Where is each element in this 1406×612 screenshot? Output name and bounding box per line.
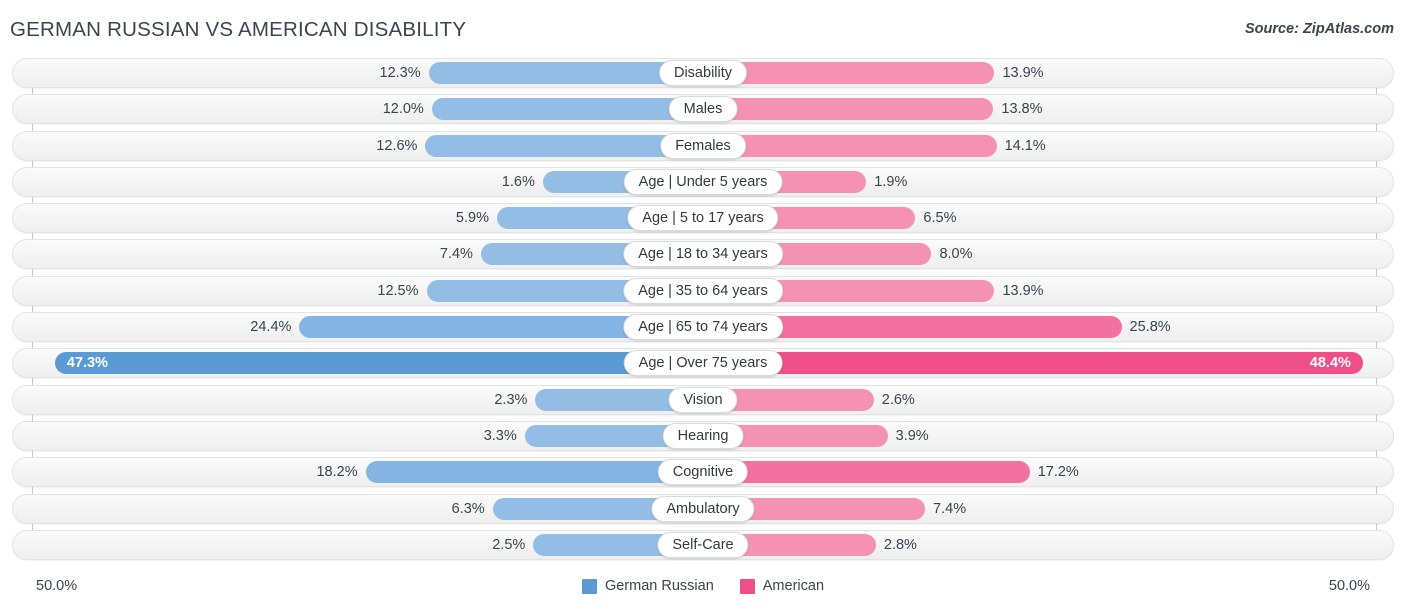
chart-page: GERMAN RUSSIAN VS AMERICAN DISABILITY So…	[0, 0, 1406, 612]
category-label-pill: Age | Under 5 years	[623, 168, 783, 195]
bar-row: 12.5% 13.9% Age | 35 to 64 years	[0, 275, 1406, 306]
value-label-american: 17.2%	[1037, 464, 1079, 481]
value-label-german-russian: 12.0%	[382, 101, 424, 118]
value-label-german-russian: 1.6%	[501, 173, 535, 190]
legend-label: German Russian	[604, 578, 714, 594]
bar-row: 2.5% 2.8% Self-Care	[0, 529, 1406, 560]
chart-legend: German Russian American	[0, 578, 1406, 594]
value-label-german-russian: 6.3%	[451, 500, 485, 517]
category-label-pill: Vision	[668, 386, 738, 413]
legend-swatch-icon	[739, 578, 755, 594]
bar-german-russian	[431, 98, 703, 121]
value-label-german-russian: 2.5%	[492, 536, 526, 553]
bar-rows-container: 12.3% 13.9% Disability 12.0% 13.8% Males 12.6%…	[0, 58, 1406, 566]
value-label-american: 8.0%	[939, 246, 973, 263]
bar-american	[703, 352, 1363, 375]
category-label-pill: Age | 65 to 74 years	[623, 314, 783, 341]
category-label-pill: Age | Over 75 years	[623, 350, 783, 377]
value-label-american: 13.9%	[1002, 65, 1044, 81]
chart-header: GERMAN RUSSIAN VS AMERICAN DISABILITY So…	[0, 0, 1406, 58]
bar-german-russian	[54, 352, 703, 375]
legend-swatch-icon	[581, 578, 597, 594]
bar-row: 2.3% 2.6% Vision	[0, 384, 1406, 415]
value-label-german-russian: 24.4%	[250, 319, 292, 336]
bar-american	[703, 461, 1030, 484]
bar-row: 18.2% 17.2% Cognitive	[0, 457, 1406, 488]
bar-row: 3.3% 3.9% Hearing	[0, 420, 1406, 451]
legend-item[interactable]: American	[739, 578, 825, 594]
bar-row: 12.6% 14.1% Females	[0, 130, 1406, 161]
value-label-german-russian: 2.3%	[494, 391, 528, 408]
chart-plot-area: 12.3% 13.9% Disability 12.0% 13.8% Males 12.6%…	[0, 58, 1406, 568]
category-label-pill: Self-Care	[657, 531, 749, 558]
value-label-american: 25.8%	[1129, 319, 1171, 336]
category-label-pill: Females	[660, 132, 746, 159]
category-label-pill: Age | 35 to 64 years	[623, 277, 783, 304]
legend-label: American	[762, 578, 825, 594]
value-label-american: 1.9%	[874, 173, 908, 190]
value-label-german-russian: 12.3%	[379, 65, 421, 81]
chart-footer: 50.0% 50.0% German Russian American	[0, 568, 1406, 612]
value-label-american: 13.9%	[1002, 282, 1044, 299]
bar-row: 1.6% 1.9% Age | Under 5 years	[0, 166, 1406, 197]
value-label-german-russian: 7.4%	[439, 246, 473, 263]
category-label-pill: Age | 5 to 17 years	[627, 205, 779, 232]
category-label-pill: Males	[668, 96, 738, 123]
bar-row: 12.3% 13.9% Disability	[0, 58, 1406, 88]
bar-row: 24.4% 25.8% Age | 65 to 74 years	[0, 312, 1406, 343]
value-label-american: 6.5%	[923, 210, 957, 227]
value-label-german-russian: 5.9%	[455, 210, 489, 227]
bar-row: 47.3% 48.4% Age | Over 75 years	[0, 348, 1406, 379]
value-label-german-russian: 12.6%	[376, 137, 418, 154]
value-label-german-russian: 12.5%	[377, 282, 419, 299]
value-label-american: 3.9%	[895, 427, 929, 444]
value-label-american: 2.8%	[883, 536, 917, 553]
bar-row: 6.3% 7.4% Ambulatory	[0, 493, 1406, 524]
bar-row: 7.4% 8.0% Age | 18 to 34 years	[0, 239, 1406, 270]
value-label-german-russian: 47.3%	[66, 355, 108, 372]
value-label-american: 48.4%	[1309, 355, 1351, 372]
value-label-american: 14.1%	[1004, 137, 1046, 154]
category-label-pill: Disability	[658, 60, 748, 86]
bar-row: 12.0% 13.8% Males	[0, 94, 1406, 125]
category-label-pill: Cognitive	[657, 459, 749, 486]
bar-german-russian	[365, 461, 703, 484]
value-label-american: 2.6%	[881, 391, 915, 408]
bar-american	[703, 98, 994, 121]
category-label-pill: Ambulatory	[651, 495, 755, 522]
legend-item[interactable]: German Russian	[581, 578, 714, 594]
category-label-pill: Age | 18 to 34 years	[623, 241, 783, 268]
bar-american	[703, 134, 997, 157]
value-label-german-russian: 18.2%	[316, 464, 358, 481]
category-label-pill: Hearing	[662, 422, 744, 449]
value-label-american: 7.4%	[933, 500, 967, 517]
page-title: GERMAN RUSSIAN VS AMERICAN DISABILITY	[10, 18, 467, 41]
source-attribution: Source: ZipAtlas.com	[1244, 21, 1394, 37]
value-label-german-russian: 3.3%	[483, 427, 517, 444]
value-label-american: 13.8%	[1001, 101, 1043, 118]
bar-row: 5.9% 6.5% Age | 5 to 17 years	[0, 203, 1406, 234]
